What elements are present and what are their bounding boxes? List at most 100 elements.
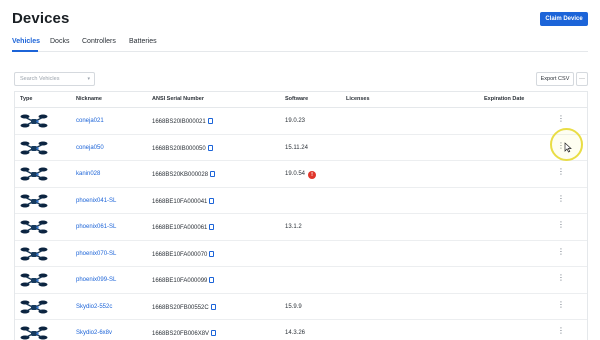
device-tabs: Vehicles Docks Controllers Batteries xyxy=(12,36,588,52)
serial-number: 1668BE10FA000041 xyxy=(152,197,215,205)
copy-icon[interactable] xyxy=(209,250,215,257)
drone-icon xyxy=(20,220,48,234)
software-version: 19.0.54! xyxy=(285,171,317,179)
active-tab-indicator xyxy=(12,50,38,52)
copy-icon[interactable] xyxy=(209,277,215,283)
drone-icon xyxy=(20,167,48,181)
table-row[interactable]: Skydio2-6x8v 1668BS20FB006X8V 14.3.26 ⋮ xyxy=(15,320,587,340)
serial-number-text: 1668BE10FA000041 xyxy=(152,198,208,205)
drone-icon xyxy=(20,300,48,313)
copy-icon[interactable] xyxy=(207,118,213,124)
mouse-cursor-icon xyxy=(564,142,572,153)
copy-icon[interactable] xyxy=(209,224,215,230)
software-version-text: 14.3.26 xyxy=(285,330,306,336)
table-row[interactable]: kanin028 1668BS20KB000028 19.0.54! ⋮ xyxy=(15,161,587,188)
nickname-link[interactable]: kanin028 xyxy=(76,171,100,177)
software-version: 15.11.24 xyxy=(285,145,308,151)
nickname-link[interactable]: Skydio2-552c xyxy=(76,304,112,310)
serial-number: 1668BS20FB00552C xyxy=(152,303,216,311)
table-toolbar: Search Vehicles ▾ Export CSV ··· xyxy=(14,72,588,86)
column-header-nickname: Nickname xyxy=(76,96,102,102)
serial-number-text: 1668BS20IB000050 xyxy=(152,145,206,152)
table-header: Type Nickname ANSI Serial Number Softwar… xyxy=(15,92,587,108)
table-row[interactable]: coneja050 1668BS20IB000050 15.11.24 ⋮ xyxy=(15,135,587,161)
row-actions-menu-icon[interactable]: ⋮ xyxy=(557,327,565,335)
table-row[interactable]: phoenix061-SL 1668BE10FA000061 13.1.2 ⋮ xyxy=(15,214,587,241)
row-actions-menu-icon[interactable]: ⋮ xyxy=(557,115,565,123)
table-row[interactable]: coneja021 1668BS20IB000021 19.0.23 ⋮ xyxy=(15,108,587,135)
vehicles-table: Type Nickname ANSI Serial Number Softwar… xyxy=(14,91,588,340)
page-header: Devices Claim Device xyxy=(12,10,588,32)
serial-number: 1668BS20FB006X8V xyxy=(152,330,217,337)
column-header-software: Software xyxy=(285,96,309,102)
row-actions-menu-icon[interactable]: ⋮ xyxy=(557,274,565,282)
nickname-link[interactable]: Skydio2-6x8v xyxy=(76,330,112,336)
drone-icon xyxy=(20,114,48,128)
nickname-link[interactable]: phoenix099-SL xyxy=(76,277,116,283)
warning-icon[interactable]: ! xyxy=(308,171,317,179)
serial-number-text: 1668BE10FA000070 xyxy=(152,251,208,258)
page-title: Devices xyxy=(12,10,70,27)
serial-number-text: 1668BS20KB000028 xyxy=(152,172,209,178)
chevron-down-icon: ▾ xyxy=(87,76,90,82)
row-actions-menu-icon[interactable]: ⋮ xyxy=(557,221,565,229)
drone-icon xyxy=(20,247,48,260)
tab-docks[interactable]: Docks xyxy=(50,38,69,45)
export-csv-button[interactable]: Export CSV xyxy=(536,72,574,86)
software-version: 15.9.9 xyxy=(285,304,302,310)
row-actions-menu-icon[interactable]: ⋮ xyxy=(557,168,565,176)
software-version: 14.3.26 xyxy=(285,330,305,336)
copy-icon[interactable] xyxy=(211,330,217,336)
nickname-link[interactable]: phoenix070-SL xyxy=(76,251,116,257)
tab-controllers[interactable]: Controllers xyxy=(82,38,116,45)
column-header-expiration: Expiration Date xyxy=(484,96,525,102)
search-placeholder: Search Vehicles xyxy=(20,76,60,82)
table-row[interactable]: phoenix099-SL 1668BE10FA000099 ⋮ xyxy=(15,267,587,294)
software-version-text: 13.1.2 xyxy=(285,224,302,230)
nickname-link[interactable]: coneja021 xyxy=(76,118,104,124)
software-version: 13.1.2 xyxy=(285,224,302,230)
row-actions-menu-icon[interactable]: ⋮ xyxy=(557,247,565,256)
nickname-link[interactable]: phoenix041-SL xyxy=(76,198,116,204)
copy-icon[interactable] xyxy=(210,303,216,310)
nickname-link[interactable]: coneja050 xyxy=(76,145,104,151)
table-body: coneja021 1668BS20IB000021 19.0.23 ⋮ coneja0… xyxy=(15,108,587,340)
serial-number: 1668BE10FA000099 xyxy=(152,277,215,284)
serial-number: 1668BE10FA000070 xyxy=(152,250,215,258)
search-vehicles-input[interactable]: Search Vehicles ▾ xyxy=(14,72,95,86)
copy-icon[interactable] xyxy=(209,197,215,204)
software-version-text: 19.0.23 xyxy=(285,118,306,124)
row-actions-menu-icon[interactable]: ⋮ xyxy=(557,194,565,203)
serial-number: 1668BS20IB000021 xyxy=(152,118,213,125)
drone-icon xyxy=(20,273,48,287)
table-row[interactable]: phoenix041-SL 1668BE10FA000041 ⋮ xyxy=(15,188,587,214)
drone-icon xyxy=(20,194,48,207)
table-row[interactable]: Skydio2-552c 1668BS20FB00552C 15.9.9 ⋮ xyxy=(15,294,587,320)
software-version-text: 15.11.24 xyxy=(285,144,308,151)
serial-number: 1668BS20KB000028 xyxy=(152,171,216,178)
drone-icon xyxy=(20,141,48,154)
column-header-type: Type xyxy=(20,96,33,102)
serial-number-text: 1668BS20FB00552C xyxy=(152,304,209,311)
tab-batteries[interactable]: Batteries xyxy=(129,38,157,45)
serial-number-text: 1668BS20IB000021 xyxy=(152,119,206,125)
software-version-text: 19.0.54 xyxy=(285,171,306,177)
serial-number: 1668BE10FA000061 xyxy=(152,224,215,231)
column-header-licenses: Licenses xyxy=(346,96,370,102)
software-version: 19.0.23 xyxy=(285,118,305,124)
column-header-serial: ANSI Serial Number xyxy=(152,96,204,102)
nickname-link[interactable]: phoenix061-SL xyxy=(76,224,116,230)
serial-number-text: 1668BE10FA000061 xyxy=(152,225,208,231)
serial-number-text: 1668BE10FA000099 xyxy=(152,278,208,284)
serial-number-text: 1668BS20FB006X8V xyxy=(152,331,210,337)
more-options-button[interactable]: ··· xyxy=(576,72,588,86)
software-version-text: 15.9.9 xyxy=(285,303,302,310)
row-actions-menu-icon[interactable]: ⋮ xyxy=(557,300,565,309)
copy-icon[interactable] xyxy=(207,144,213,151)
serial-number: 1668BS20IB000050 xyxy=(152,144,213,152)
claim-device-button[interactable]: Claim Device xyxy=(540,12,588,26)
drone-icon xyxy=(20,326,48,340)
table-row[interactable]: phoenix070-SL 1668BE10FA000070 ⋮ xyxy=(15,241,587,267)
copy-icon[interactable] xyxy=(210,171,216,177)
tab-vehicles[interactable]: Vehicles xyxy=(12,38,40,45)
